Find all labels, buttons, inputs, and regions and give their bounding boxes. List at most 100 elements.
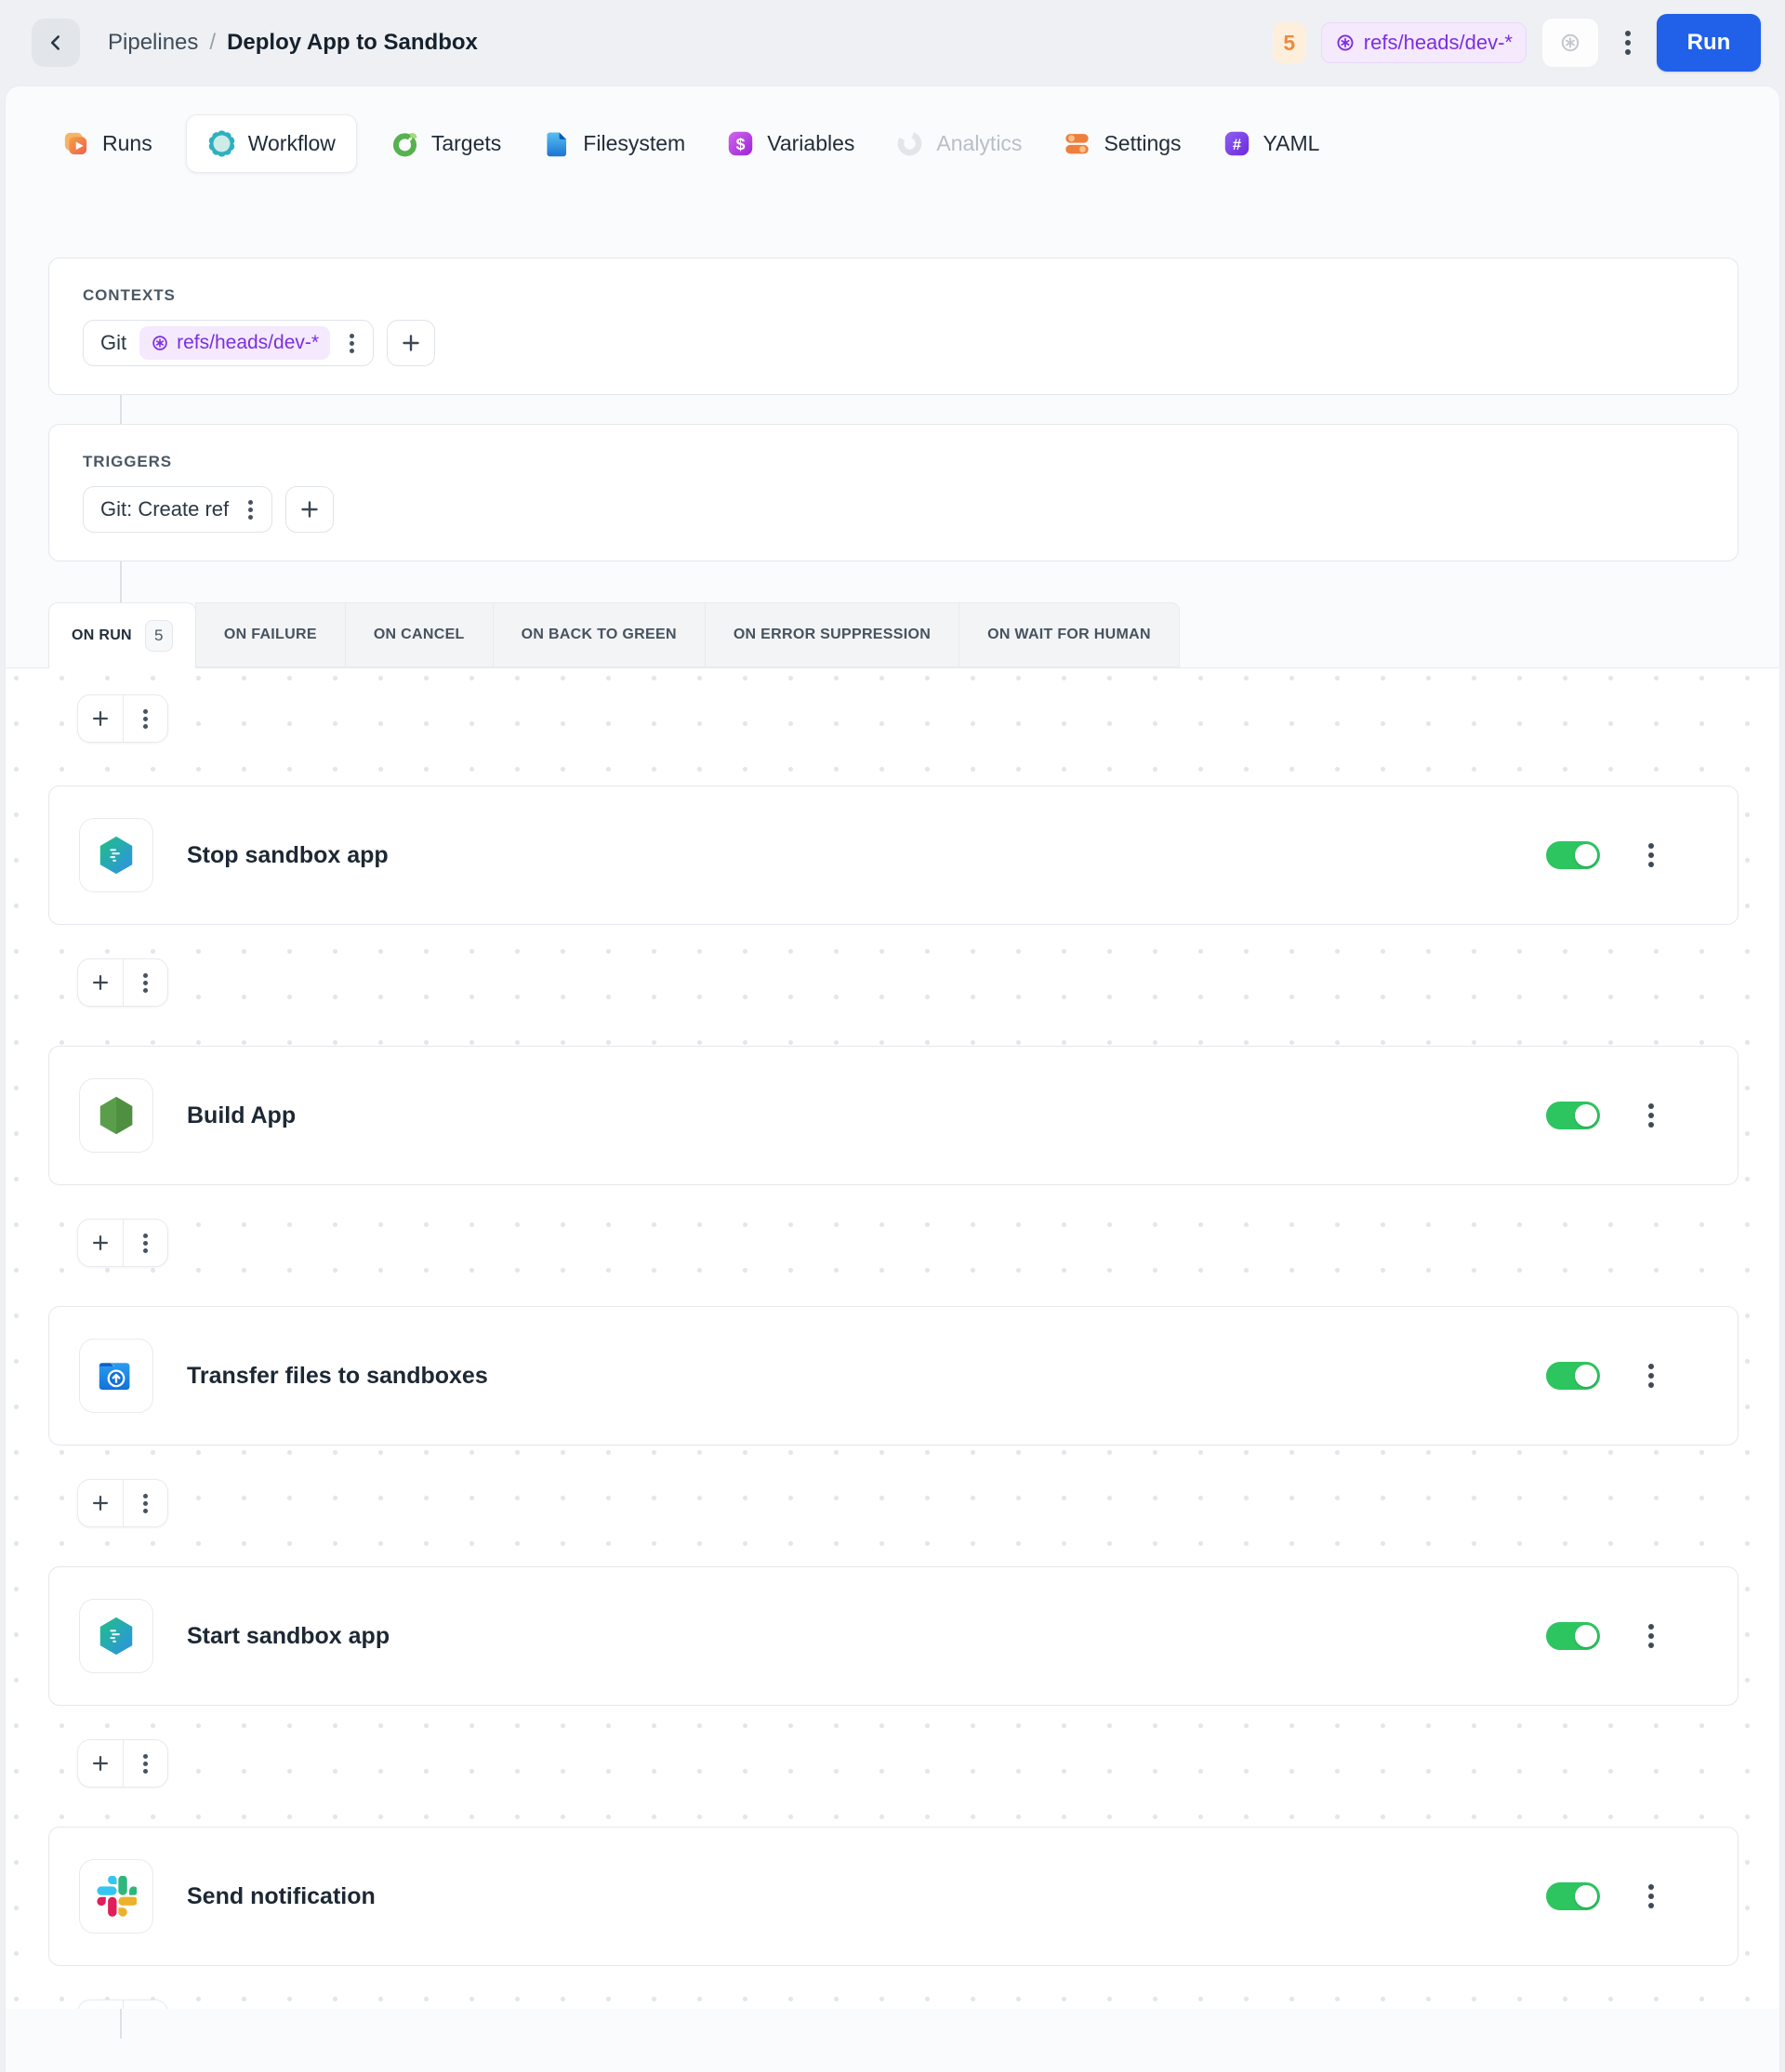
add-action-button[interactable] xyxy=(78,2000,123,2009)
kebab-icon xyxy=(142,1240,148,1246)
kebab-icon xyxy=(247,507,253,512)
action-enabled-toggle[interactable] xyxy=(1546,1882,1600,1910)
add-action-kebab[interactable] xyxy=(122,1480,168,1526)
action-title: Send notification xyxy=(187,1882,376,1909)
tab-variables[interactable]: Variables xyxy=(726,129,854,158)
event-tab-on-run[interactable]: ON RUN 5 xyxy=(48,602,196,668)
chevron-left-icon xyxy=(44,31,68,55)
tab-settings[interactable]: Settings xyxy=(1063,129,1182,158)
kebab-icon xyxy=(142,716,148,721)
action-card-start-sandbox-app[interactable]: Start sandbox app xyxy=(48,1566,1739,1706)
targets-icon xyxy=(390,129,419,158)
add-action-button[interactable] xyxy=(78,1740,123,1787)
action-enabled-toggle[interactable] xyxy=(1546,841,1600,869)
context-ref-label: refs/heads/dev-* xyxy=(177,332,320,353)
action-icon-tile xyxy=(79,1078,153,1153)
action-title: Build App xyxy=(187,1102,297,1128)
event-tab-on-back-to-green[interactable]: ON BACK TO GREEN xyxy=(492,602,706,667)
add-context-button[interactable] xyxy=(387,320,436,366)
tab-yaml[interactable]: YAML xyxy=(1223,129,1319,158)
nodejs-icon xyxy=(95,1094,138,1137)
action-kebab-menu[interactable] xyxy=(1637,1095,1665,1136)
tab-filesystem[interactable]: Filesystem xyxy=(542,129,685,158)
toggle-knob xyxy=(1575,1365,1597,1387)
action-enabled-toggle[interactable] xyxy=(1546,1622,1600,1650)
add-action-button[interactable] xyxy=(78,959,123,1006)
event-tab-label: ON BACK TO GREEN xyxy=(521,627,677,642)
run-button[interactable]: Run xyxy=(1657,14,1761,72)
tab-analytics[interactable]: Analytics xyxy=(895,129,1022,158)
ref-badge[interactable]: refs/heads/dev-* xyxy=(1320,22,1527,63)
add-action-row xyxy=(77,958,168,1007)
event-tab-count-badge: 5 xyxy=(144,620,173,652)
runs-icon xyxy=(61,129,90,158)
ref-badge-label: refs/heads/dev-* xyxy=(1363,31,1513,54)
add-action-button[interactable] xyxy=(78,695,123,742)
back-button[interactable] xyxy=(32,19,80,67)
action-enabled-toggle[interactable] xyxy=(1546,1362,1600,1390)
tab-workflow[interactable]: Workflow xyxy=(185,113,357,173)
slack-icon xyxy=(96,1876,137,1917)
action-title: Start sandbox app xyxy=(187,1622,390,1649)
action-title: Transfer files to sandboxes xyxy=(187,1362,488,1389)
analytics-icon xyxy=(895,129,924,158)
plus-icon xyxy=(90,1753,111,1774)
action-card-transfer-files[interactable]: Transfer files to sandboxes xyxy=(48,1306,1739,1445)
breadcrumb: Pipelines / Deploy App to Sandbox xyxy=(108,30,478,56)
add-action-kebab[interactable] xyxy=(122,1740,168,1787)
kebab-icon xyxy=(349,340,354,346)
event-tab-label: ON RUN xyxy=(72,627,132,643)
contexts-label: CONTEXTS xyxy=(83,286,176,304)
triggers-card: TRIGGERS Git: Create ref xyxy=(48,424,1739,561)
pipeline-panel: Runs Workflow Targets Filesystem Variabl… xyxy=(5,86,1780,2072)
action-kebab-menu[interactable] xyxy=(1637,835,1665,876)
plus-icon xyxy=(90,1493,111,1513)
action-card-stop-sandbox-app[interactable]: Stop sandbox app xyxy=(48,785,1739,925)
action-card-build-app[interactable]: Build App xyxy=(48,1046,1739,1185)
breadcrumb-pipelines[interactable]: Pipelines xyxy=(108,30,198,56)
tab-targets[interactable]: Targets xyxy=(390,129,501,158)
add-action-kebab[interactable] xyxy=(122,2000,168,2009)
event-tab-on-wait-for-human[interactable]: ON WAIT FOR HUMAN xyxy=(959,602,1180,667)
action-enabled-toggle[interactable] xyxy=(1546,1102,1600,1129)
event-tab-label: ON FAILURE xyxy=(223,627,317,642)
triggers-chip-row: Git: Create ref xyxy=(83,486,1704,533)
trigger-chip-git-create-ref[interactable]: Git: Create ref xyxy=(83,486,273,533)
action-kebab-menu[interactable] xyxy=(1637,1876,1665,1917)
add-action-kebab[interactable] xyxy=(122,1220,168,1266)
event-tab-on-failure[interactable]: ON FAILURE xyxy=(194,602,346,667)
add-trigger-button[interactable] xyxy=(285,486,335,533)
plus-icon xyxy=(90,1233,111,1253)
event-tab-on-cancel[interactable]: ON CANCEL xyxy=(344,602,494,667)
tab-runs[interactable]: Runs xyxy=(61,129,152,158)
run-count-badge[interactable]: 5 xyxy=(1272,22,1306,63)
add-action-kebab[interactable] xyxy=(122,695,168,742)
event-tab-on-error-suppression[interactable]: ON ERROR SUPPRESSION xyxy=(704,602,960,667)
yaml-icon xyxy=(1223,129,1251,158)
action-kebab-menu[interactable] xyxy=(1637,1616,1665,1656)
git-ref-wildcard-icon xyxy=(1335,33,1355,53)
event-tab-label: ON ERROR SUPPRESSION xyxy=(733,627,932,642)
ref-settings-button[interactable] xyxy=(1541,18,1599,68)
action-card-send-notification[interactable]: Send notification xyxy=(48,1827,1739,1966)
add-action-button[interactable] xyxy=(78,1220,123,1266)
kebab-icon xyxy=(142,1500,148,1506)
plus-icon xyxy=(400,332,422,354)
sandbox-app-icon xyxy=(95,834,138,877)
plus-icon xyxy=(90,708,111,729)
kebab-icon xyxy=(142,980,148,985)
tab-label: Filesystem xyxy=(583,130,686,155)
trigger-chip-kebab[interactable] xyxy=(242,493,258,526)
action-kebab-menu[interactable] xyxy=(1637,1355,1665,1396)
kebab-icon xyxy=(1648,1633,1654,1639)
add-action-button[interactable] xyxy=(78,1480,123,1526)
context-chip-label: Git xyxy=(100,331,127,354)
context-chip-kebab[interactable] xyxy=(343,326,360,360)
header-kebab-menu[interactable] xyxy=(1614,22,1642,63)
kebab-icon xyxy=(1648,852,1654,858)
add-action-kebab[interactable] xyxy=(122,959,168,1006)
tab-label: Workflow xyxy=(247,130,336,155)
context-chip-git[interactable]: Git refs/heads/dev-* xyxy=(83,320,375,366)
add-action-row xyxy=(77,1999,168,2009)
context-ref-badge: refs/heads/dev-* xyxy=(139,326,331,360)
